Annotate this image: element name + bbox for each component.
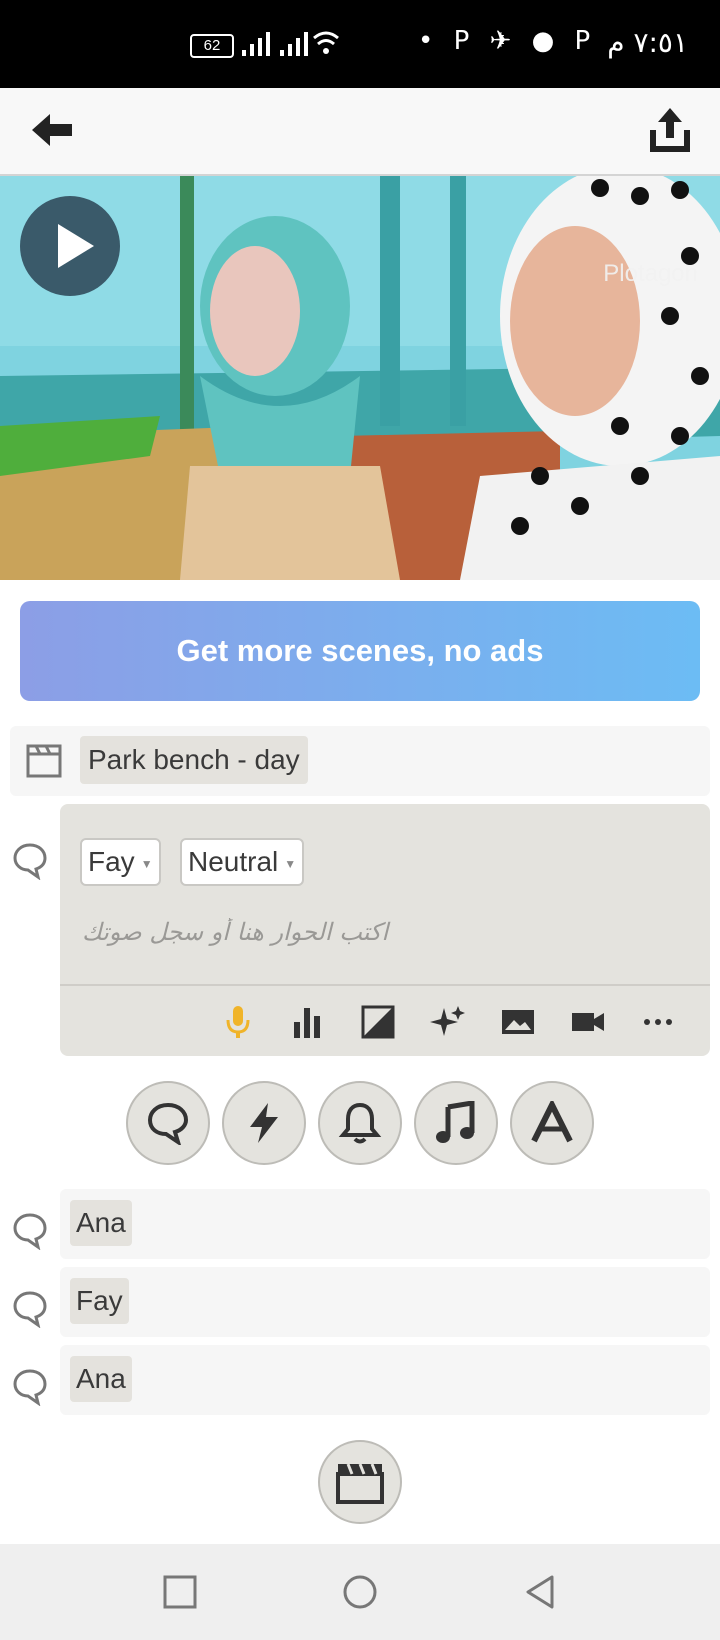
mic-icon[interactable] bbox=[220, 1004, 256, 1040]
text-icon bbox=[531, 1101, 573, 1143]
play-button[interactable] bbox=[20, 196, 120, 296]
dialogue-bubble-icon bbox=[13, 1291, 47, 1328]
music-icon bbox=[436, 1101, 475, 1143]
status-bar: 62 • P ✈ ● P ٧:٥١ م bbox=[0, 0, 720, 88]
dropdown-caret-icon: ▼ bbox=[284, 856, 297, 871]
effects-sparkle-icon[interactable] bbox=[430, 1004, 466, 1040]
recents-icon[interactable] bbox=[162, 1574, 198, 1610]
dialogue-input[interactable] bbox=[80, 904, 694, 960]
dialogue-bubble-icon bbox=[13, 1213, 47, 1250]
character-select[interactable]: Fay ▼ bbox=[80, 838, 161, 886]
add-action-button[interactable] bbox=[222, 1081, 306, 1165]
location-row[interactable]: Park bench - day bbox=[10, 726, 710, 796]
add-sound-effect-button[interactable] bbox=[318, 1081, 402, 1165]
share-icon[interactable] bbox=[646, 106, 694, 156]
lightning-icon bbox=[250, 1103, 278, 1143]
video-camera-icon[interactable] bbox=[570, 1004, 606, 1040]
back-arrow-icon[interactable] bbox=[28, 110, 76, 150]
dialogue-icon bbox=[147, 1102, 189, 1145]
editor-toolbar bbox=[60, 984, 710, 1056]
clapperboard-icon bbox=[336, 1463, 384, 1504]
dropdown-caret-icon: ▼ bbox=[140, 856, 153, 871]
audio-bars-icon[interactable] bbox=[290, 1004, 326, 1040]
line-character-chip[interactable]: Ana bbox=[70, 1356, 132, 1402]
landscape-icon[interactable] bbox=[500, 1004, 536, 1040]
bell-icon bbox=[338, 1102, 382, 1144]
home-icon[interactable] bbox=[342, 1574, 378, 1610]
line-character-chip[interactable]: Ana bbox=[70, 1200, 132, 1246]
emotion-select[interactable]: Neutral ▼ bbox=[180, 838, 305, 886]
clock: ٧:٥١ م bbox=[607, 26, 688, 59]
dialogue-bubble-icon bbox=[13, 1369, 47, 1406]
back-icon[interactable] bbox=[522, 1574, 558, 1610]
location-chip[interactable]: Park bench - day bbox=[80, 736, 308, 784]
signal-icon bbox=[242, 31, 339, 56]
battery-icon: 62 bbox=[190, 34, 234, 58]
dialogue-line[interactable]: Ana bbox=[60, 1345, 710, 1415]
more-icon[interactable] bbox=[640, 1004, 676, 1040]
dialogue-editor: Fay ▼ Neutral ▼ bbox=[60, 804, 710, 1056]
clapperboard-icon bbox=[26, 744, 62, 778]
dialogue-bubble-icon bbox=[13, 843, 47, 880]
promo-banner-button[interactable]: Get more scenes, no ads bbox=[20, 601, 700, 701]
plotagon-watermark: Plotagon bbox=[603, 260, 698, 287]
notification-icons: • P ✈ ● P bbox=[418, 26, 597, 56]
system-nav-bar bbox=[0, 1544, 720, 1640]
play-icon bbox=[58, 224, 94, 268]
dialogue-line[interactable]: Ana bbox=[60, 1189, 710, 1259]
add-scene-button[interactable] bbox=[318, 1440, 402, 1524]
image-contrast-icon[interactable] bbox=[360, 1004, 396, 1040]
add-dialogue-button[interactable] bbox=[126, 1081, 210, 1165]
line-character-chip[interactable]: Fay bbox=[70, 1278, 129, 1324]
emotion-select-value: Neutral bbox=[188, 846, 279, 877]
add-text-button[interactable] bbox=[510, 1081, 594, 1165]
dialogue-line[interactable]: Fay bbox=[60, 1267, 710, 1337]
top-app-bar bbox=[0, 88, 720, 176]
character-select-value: Fay bbox=[88, 846, 135, 877]
add-music-button[interactable] bbox=[414, 1081, 498, 1165]
